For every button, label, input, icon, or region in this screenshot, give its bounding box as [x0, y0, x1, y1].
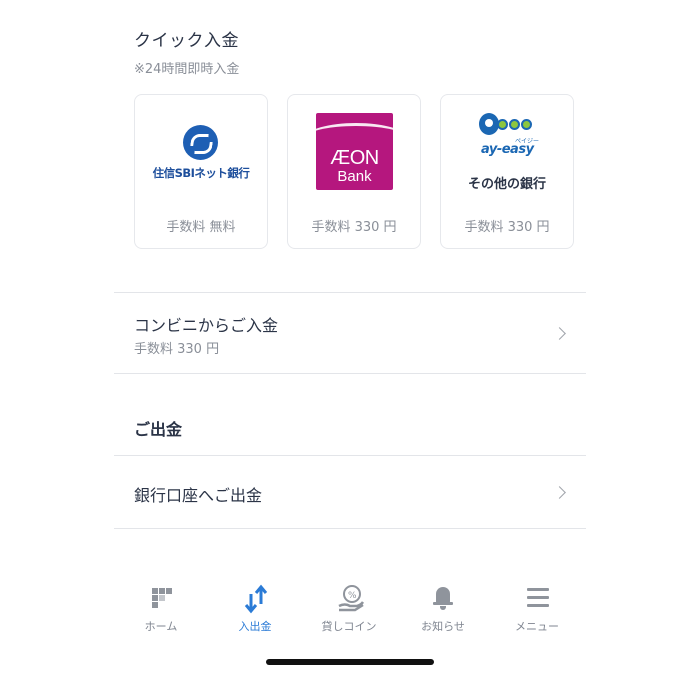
divider — [114, 373, 586, 374]
nav-notifications-label: お知らせ — [421, 620, 465, 633]
aeon-logo-text: ÆON — [330, 147, 379, 169]
quick-deposit-subtitle: ※24時間即時入金 — [134, 62, 240, 77]
svg-text:%: % — [348, 591, 357, 601]
withdraw-heading: ご出金 — [134, 420, 183, 439]
bell-icon — [431, 584, 457, 612]
transfer-arrows-icon — [243, 584, 269, 614]
other-banks-label: その他の銀行 — [467, 177, 546, 192]
aeon-logo-bank-text: Bank — [337, 168, 372, 185]
nav-notifications[interactable]: お知らせ — [398, 580, 488, 636]
menu-icon — [525, 584, 551, 612]
nav-deposit-withdraw[interactable]: 入出金 — [210, 580, 300, 636]
pay-easy-word: ay-easy — [481, 142, 534, 157]
nav-lend-coin-label: 貸しコイン — [321, 620, 377, 633]
sbi-bank-logo-icon — [183, 125, 218, 160]
bottom-nav: ホーム 入出金 % 貸しコイン お知らせ メニュー — [114, 580, 586, 640]
home-grid-icon — [149, 584, 175, 612]
home-indicator[interactable] — [266, 659, 434, 665]
pay-easy-card[interactable]: ペイジー ay-easy その他の銀行 手数料 330 円 — [440, 94, 574, 249]
chevron-right-icon — [553, 486, 566, 499]
bank-withdraw-row[interactable]: 銀行口座へご出金 — [114, 456, 586, 528]
nav-menu[interactable]: メニュー — [492, 580, 582, 636]
sbi-bank-fee: 手数料 無料 — [166, 220, 236, 235]
aeon-bank-logo-icon: ÆON Bank — [316, 113, 393, 190]
pay-easy-fee: 手数料 330 円 — [464, 220, 550, 235]
chevron-right-icon — [553, 327, 566, 340]
deposit-withdraw-screen: クイック入金 ※24時間即時入金 住信SBIネット銀行 手数料 無料 ÆON B… — [0, 0, 700, 675]
nav-deposit-withdraw-label: 入出金 — [238, 620, 272, 633]
convenience-store-fee: 手数料 330 円 — [134, 342, 220, 357]
nav-menu-label: メニュー — [515, 620, 559, 633]
lend-coin-icon: % — [337, 584, 365, 612]
aeon-bank-fee: 手数料 330 円 — [311, 220, 397, 235]
pay-easy-logo-icon: ペイジー ay-easy — [473, 111, 543, 161]
nav-home-label: ホーム — [144, 620, 178, 633]
nav-lend-coin[interactable]: % 貸しコイン — [304, 580, 394, 636]
sbi-bank-logo-text: 住信SBIネット銀行 — [152, 166, 250, 180]
nav-home[interactable]: ホーム — [116, 580, 206, 636]
bank-withdraw-label: 銀行口座へご出金 — [134, 486, 263, 505]
divider — [114, 528, 586, 529]
aeon-bank-card[interactable]: ÆON Bank 手数料 330 円 — [287, 94, 421, 249]
sbi-bank-card[interactable]: 住信SBIネット銀行 手数料 無料 — [134, 94, 268, 249]
convenience-store-deposit-label: コンビニからご入金 — [134, 316, 279, 335]
convenience-store-deposit-row[interactable]: コンビニからご入金 手数料 330 円 — [114, 293, 586, 373]
quick-deposit-title: クイック入金 — [134, 31, 239, 51]
